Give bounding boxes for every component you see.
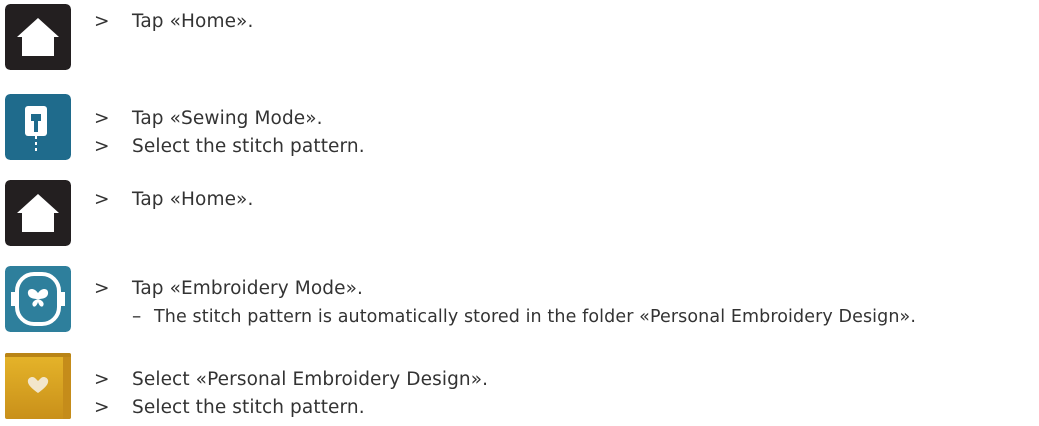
home-icon[interactable] (5, 4, 71, 70)
step-marker: > (94, 369, 110, 390)
step-line: > Tap «Sewing Mode». (94, 108, 323, 130)
step-text: Select the stitch pattern. (132, 136, 365, 157)
personal-embroidery-folder-icon[interactable] (5, 353, 71, 419)
sewing-mode-icon[interactable] (5, 94, 71, 160)
step-line: > Select «Personal Embroidery Design». (94, 369, 488, 391)
home-icon[interactable] (5, 180, 71, 246)
step-line: > Tap «Home». (94, 11, 253, 33)
step-text: Tap «Home». (132, 11, 254, 32)
embroidery-mode-icon[interactable] (5, 266, 71, 332)
step-marker: > (94, 108, 110, 129)
step-line: > Select the stitch pattern. (94, 397, 365, 419)
step-text: Tap «Embroidery Mode». (132, 278, 363, 299)
step-text: Tap «Sewing Mode». (132, 108, 323, 129)
result-line: – The stitch pattern is automatically sto… (132, 306, 916, 328)
result-text: The stitch pattern is automatically stor… (154, 307, 916, 327)
step-line: > Tap «Embroidery Mode». (94, 278, 363, 300)
step-line: > Tap «Home». (94, 189, 253, 211)
step-marker: > (94, 397, 110, 418)
step-text: Select the stitch pattern. (132, 397, 365, 418)
step-marker: > (94, 278, 110, 299)
step-text: Select «Personal Embroidery Design». (132, 369, 489, 390)
step-marker: > (94, 136, 110, 157)
result-marker: – (132, 306, 142, 327)
step-marker: > (94, 11, 110, 32)
step-marker: > (94, 189, 110, 210)
step-text: Tap «Home». (132, 189, 254, 210)
step-line: > Select the stitch pattern. (94, 136, 365, 158)
